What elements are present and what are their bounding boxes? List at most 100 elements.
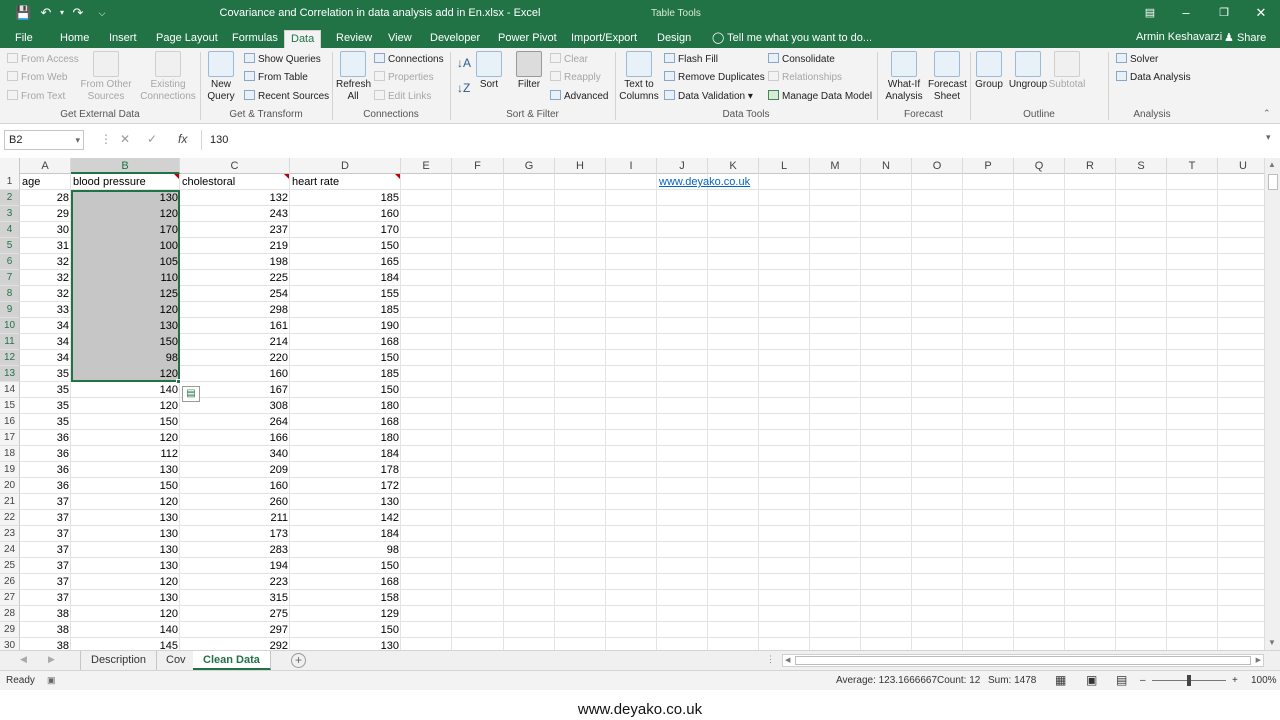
cell-cholestoral[interactable]: 132 (180, 190, 290, 206)
cell-blood-pressure[interactable]: 145 (71, 638, 180, 650)
cell-blood-pressure[interactable]: 105 (71, 254, 180, 270)
cell-cholestoral[interactable]: 260 (180, 494, 290, 510)
row-header[interactable]: 8 (0, 286, 20, 302)
cell-heart-rate[interactable]: 168 (290, 414, 401, 430)
column-header-i[interactable]: I (606, 158, 657, 174)
quick-analysis-icon[interactable]: ▤ (182, 386, 200, 402)
row-header[interactable]: 11 (0, 334, 20, 350)
cell-age[interactable]: 37 (20, 574, 71, 590)
cell-blood-pressure[interactable]: 98 (71, 350, 180, 366)
column-header-t[interactable]: T (1167, 158, 1218, 174)
cell-age[interactable]: 31 (20, 238, 71, 254)
row-header[interactable]: 9 (0, 302, 20, 318)
horizontal-scroll-thumb[interactable] (795, 656, 1251, 665)
sort-a-z-icon[interactable]: ↓A (457, 56, 471, 70)
row-header[interactable]: 16 (0, 414, 20, 430)
from-table-button[interactable]: From Table (244, 71, 308, 83)
from-web-button[interactable]: From Web (7, 71, 68, 83)
cell-heart-rate[interactable]: 98 (290, 542, 401, 558)
cell-cholestoral[interactable]: 166 (180, 430, 290, 446)
cell-blood-pressure[interactable]: 120 (71, 430, 180, 446)
tab-home[interactable]: Home (54, 30, 95, 48)
cell-heart-rate[interactable]: 158 (290, 590, 401, 606)
cancel-entry-icon[interactable]: ✕ (120, 132, 130, 146)
row-header[interactable]: 5 (0, 238, 20, 254)
vertical-scroll-thumb[interactable] (1268, 174, 1278, 190)
cell-blood-pressure[interactable]: 120 (71, 494, 180, 510)
reapply-button[interactable]: Reapply (550, 71, 601, 83)
cell-age[interactable]: 37 (20, 590, 71, 606)
cell-blood-pressure[interactable]: 125 (71, 286, 180, 302)
cell-cholestoral[interactable]: 194 (180, 558, 290, 574)
cell-age[interactable]: 37 (20, 558, 71, 574)
tab-developer[interactable]: Developer (424, 30, 486, 48)
sheet-tab-cov[interactable]: Cov (156, 651, 197, 670)
column-header-l[interactable]: L (759, 158, 810, 174)
cell-cholestoral[interactable]: 264 (180, 414, 290, 430)
row-header[interactable]: 10 (0, 318, 20, 334)
cell-heart-rate[interactable]: 180 (290, 398, 401, 414)
flash-fill-button[interactable]: Flash Fill (664, 53, 718, 65)
scroll-down-icon[interactable]: ▼ (1268, 638, 1276, 647)
existing-connections-button[interactable]: Existing Connections (140, 51, 196, 103)
filter-button[interactable]: Filter (514, 51, 544, 91)
column-header-b[interactable]: B (71, 158, 180, 174)
cell-heart-rate[interactable]: 190 (290, 318, 401, 334)
cell-age[interactable]: 28 (20, 190, 71, 206)
cell-age[interactable]: 37 (20, 494, 71, 510)
row-header[interactable]: 26 (0, 574, 20, 590)
cell-heart-rate[interactable]: 150 (290, 622, 401, 638)
cell-heart-rate[interactable]: 130 (290, 494, 401, 510)
cell-age[interactable]: 37 (20, 526, 71, 542)
cell-blood-pressure[interactable]: 130 (71, 558, 180, 574)
row-header[interactable]: 7 (0, 270, 20, 286)
add-sheet-icon[interactable]: + (291, 653, 306, 668)
row-header[interactable]: 12 (0, 350, 20, 366)
insert-function-icon[interactable]: fx (178, 132, 187, 146)
cell-heart-rate[interactable]: 185 (290, 366, 401, 382)
row-header[interactable]: 24 (0, 542, 20, 558)
refresh-all-button[interactable]: Refresh All (336, 51, 371, 103)
cell-age[interactable]: 35 (20, 382, 71, 398)
cell-age[interactable]: 32 (20, 270, 71, 286)
properties-button[interactable]: Properties (374, 71, 434, 83)
column-header-k[interactable]: K (708, 158, 759, 174)
tab-split-handle-icon[interactable]: ⋮ (766, 654, 775, 665)
cell-age[interactable]: 35 (20, 398, 71, 414)
share-button[interactable]: ♟ Share (1224, 31, 1266, 44)
column-header-o[interactable]: O (912, 158, 963, 174)
cell-blood-pressure[interactable]: 120 (71, 398, 180, 414)
vertical-scrollbar[interactable]: ▲ ▼ (1264, 158, 1280, 650)
data-validation-button[interactable]: Data Validation ▾ (664, 90, 753, 102)
what-if-analysis-button[interactable]: What-If Analysis (880, 51, 928, 103)
manage-data-model-button[interactable]: Manage Data Model (768, 90, 872, 102)
cell-cholestoral[interactable]: 214 (180, 334, 290, 350)
column-header-a[interactable]: A (20, 158, 71, 174)
row-header[interactable]: 13 (0, 366, 20, 382)
next-sheet-icon[interactable]: ▶ (48, 654, 55, 665)
cell-age[interactable]: 38 (20, 622, 71, 638)
column-header-g[interactable]: G (504, 158, 555, 174)
cell-heart-rate[interactable]: 168 (290, 334, 401, 350)
cell-cholestoral[interactable]: 160 (180, 478, 290, 494)
cell-age[interactable]: 32 (20, 254, 71, 270)
status-average[interactable]: Average: 123.1666667 (836, 675, 937, 686)
column-header-q[interactable]: Q (1014, 158, 1065, 174)
cell-heart-rate[interactable]: 184 (290, 270, 401, 286)
cell-age[interactable]: 38 (20, 606, 71, 622)
header-cell-cholestoral[interactable]: cholestoral (180, 174, 290, 190)
cell-blood-pressure[interactable]: 130 (71, 190, 180, 206)
tell-me-box[interactable]: ◯ Tell me what you want to do... (712, 31, 872, 44)
zoom-out-icon[interactable]: – (1140, 675, 1146, 686)
clear-button[interactable]: Clear (550, 53, 588, 65)
scroll-right-icon[interactable]: ▶ (1256, 656, 1261, 664)
column-header-u[interactable]: U (1218, 158, 1264, 174)
connections-button[interactable]: Connections (374, 53, 444, 65)
cell-blood-pressure[interactable]: 130 (71, 510, 180, 526)
row-header[interactable]: 21 (0, 494, 20, 510)
scroll-left-icon[interactable]: ◀ (785, 656, 790, 664)
cell-heart-rate[interactable]: 150 (290, 350, 401, 366)
subtotal-button[interactable]: Subtotal (1048, 51, 1086, 91)
tab-view[interactable]: View (382, 30, 418, 48)
from-access-button[interactable]: From Access (7, 53, 79, 65)
